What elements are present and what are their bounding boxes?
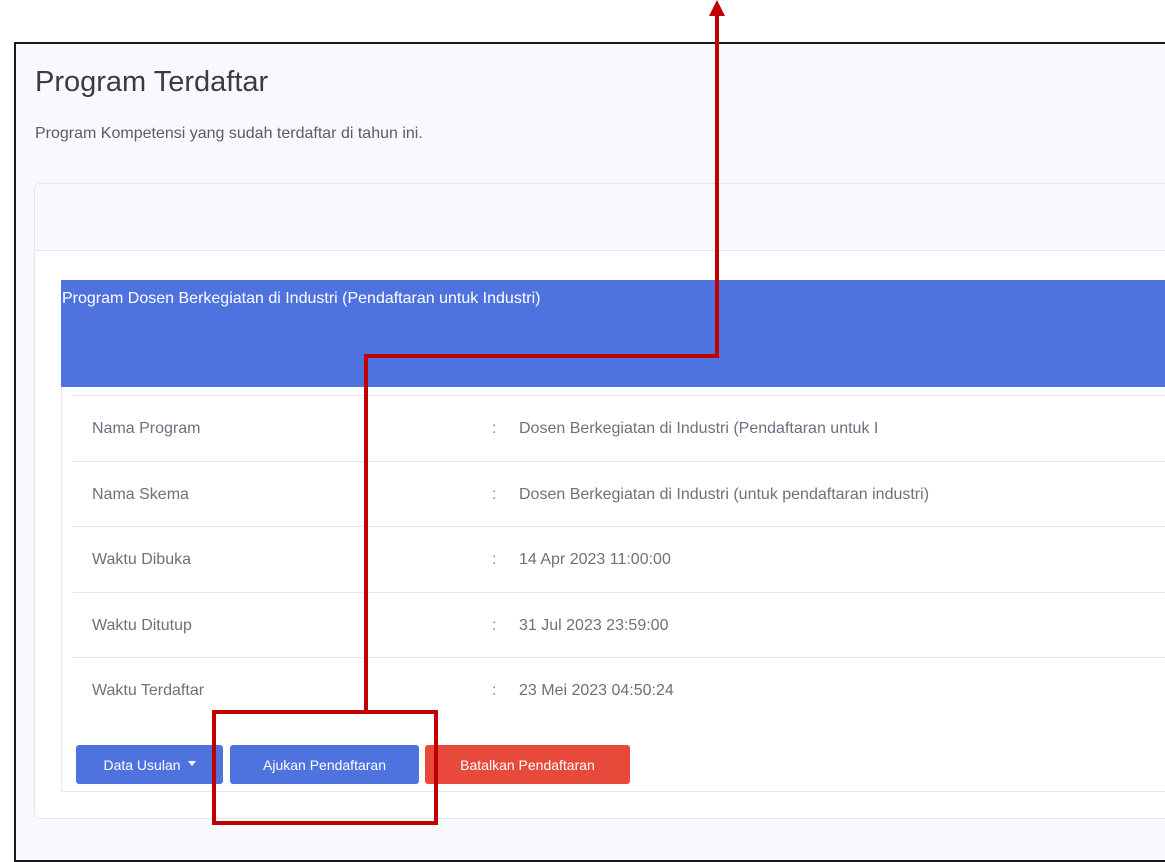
data-usulan-label: Data Usulan [103, 756, 181, 773]
batalkan-pendaftaran-label: Batalkan Pendaftaran [460, 756, 595, 773]
caret-down-icon [187, 760, 196, 766]
detail-separator: : [492, 486, 497, 503]
detail-label: Nama Skema [92, 486, 189, 503]
detail-value: 14 Apr 2023 11:00:00 [519, 551, 671, 568]
card-header [35, 184, 1165, 251]
page-title: Program Terdaftar [35, 66, 269, 98]
batalkan-pendaftaran-button[interactable]: Batalkan Pendaftaran [425, 745, 630, 784]
detail-label: Nama Program [92, 420, 201, 437]
detail-value: Dosen Berkegiatan di Industri (untuk pen… [519, 486, 930, 503]
detail-value: 23 Mei 2023 04:50:24 [519, 682, 674, 699]
detail-label: Waktu Terdaftar [92, 682, 205, 699]
data-usulan-dropdown-button[interactable]: Data Usulan [76, 745, 223, 784]
annotation-arrowhead [709, 0, 725, 16]
program-detail-title: Program Dosen Berkegiatan di Industri (P… [62, 290, 541, 307]
detail-row-waktu-terdaftar: Waktu Terdaftar : 23 Mei 2023 04:50:24 [73, 657, 1165, 722]
detail-row-nama-program: Nama Program : Dosen Berkegiatan di Indu… [73, 395, 1165, 460]
ajukan-pendaftaran-button[interactable]: Ajukan Pendaftaran [230, 745, 419, 784]
detail-separator: : [492, 617, 497, 634]
detail-separator: : [492, 420, 497, 437]
ajukan-pendaftaran-label: Ajukan Pendaftaran [263, 756, 386, 773]
detail-value: 31 Jul 2023 23:59:00 [519, 617, 669, 634]
detail-separator: : [492, 682, 497, 699]
detail-separator: : [492, 551, 497, 568]
detail-value: Dosen Berkegiatan di Industri (Pendaftar… [519, 420, 879, 437]
detail-row-waktu-dibuka: Waktu Dibuka : 14 Apr 2023 11:00:00 [73, 526, 1165, 591]
detail-label: Waktu Dibuka [92, 551, 191, 568]
detail-row-waktu-ditutup: Waktu Ditutup : 31 Jul 2023 23:59:00 [73, 592, 1165, 657]
detail-label: Waktu Ditutup [92, 617, 192, 634]
detail-row-nama-skema: Nama Skema : Dosen Berkegiatan di Indust… [73, 461, 1165, 526]
page-subtitle: Program Kompetensi yang sudah terdaftar … [35, 125, 423, 142]
